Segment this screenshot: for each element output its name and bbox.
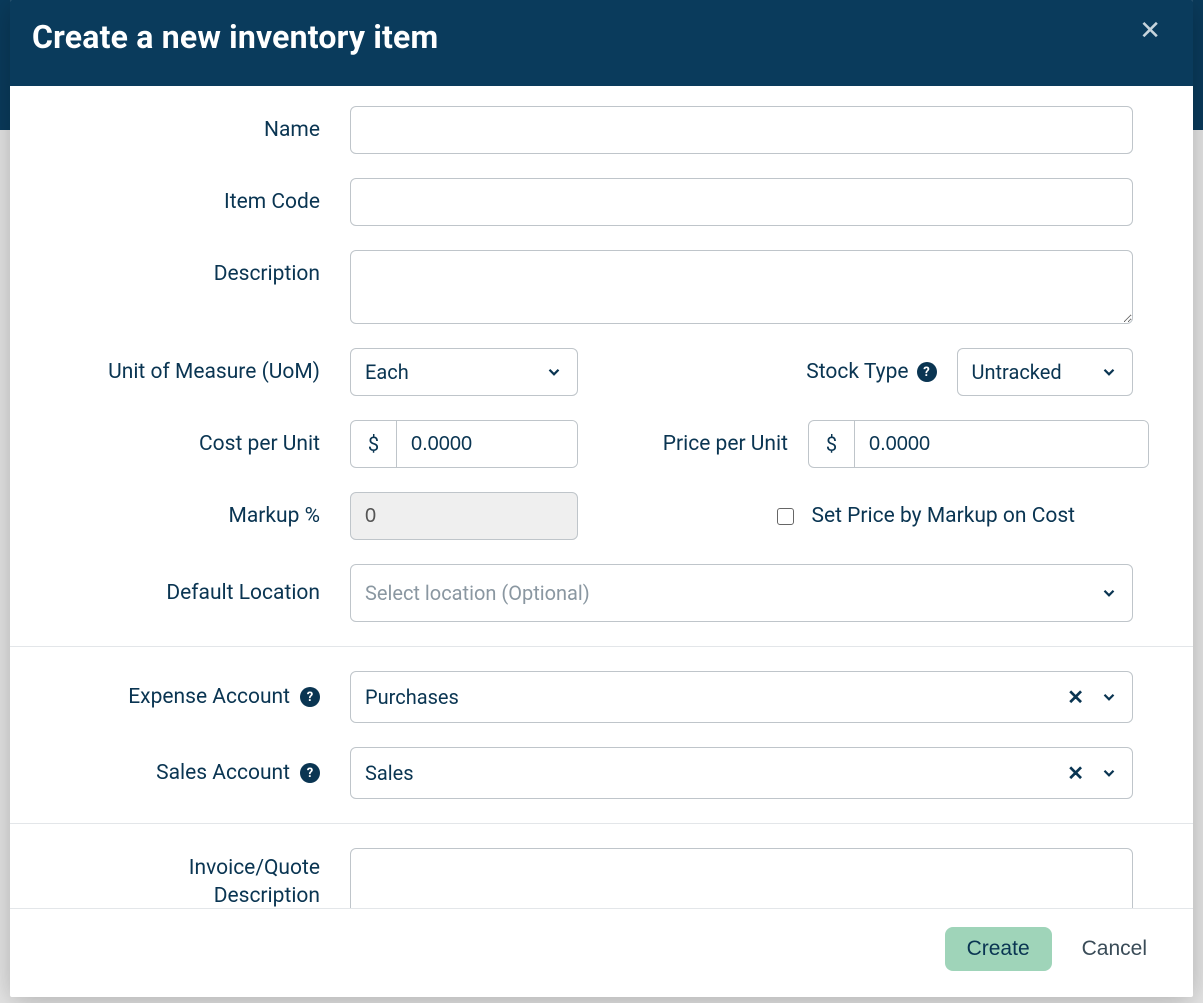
chevron-down-icon: [1100, 688, 1118, 706]
modal-footer: Create Cancel: [10, 908, 1193, 997]
section-divider: [10, 646, 1193, 647]
expense-account-label: Expense Account: [128, 683, 290, 711]
stock-type-label: Stock Type: [806, 360, 908, 384]
price-per-unit-label: Price per Unit: [663, 432, 788, 456]
chevron-down-icon: [545, 363, 563, 381]
expense-account-select[interactable]: Purchases ✕: [350, 671, 1133, 723]
cost-currency-symbol: $: [351, 421, 397, 467]
price-per-unit-field[interactable]: $: [808, 420, 1149, 468]
set-price-by-markup-checkbox[interactable]: [777, 508, 794, 525]
markup-label: Markup %: [70, 502, 350, 530]
uom-label: Unit of Measure (UoM): [70, 358, 350, 386]
uom-selected-value: Each: [365, 360, 533, 384]
item-code-input[interactable]: [350, 178, 1133, 226]
sales-account-label: Sales Account: [156, 759, 290, 787]
sales-account-help-icon[interactable]: ?: [300, 763, 320, 783]
create-inventory-item-modal: Create a new inventory item ✕ Name Item …: [10, 0, 1193, 997]
chevron-down-icon: [1100, 363, 1118, 381]
modal-body: Name Item Code Description Unit of Measu…: [10, 86, 1193, 908]
expense-account-clear-icon[interactable]: ✕: [1067, 685, 1084, 709]
cancel-button[interactable]: Cancel: [1076, 936, 1153, 962]
description-label: Description: [70, 250, 350, 288]
modal-title: Create a new inventory item: [32, 18, 438, 56]
price-currency-symbol: $: [809, 421, 855, 467]
sales-account-select[interactable]: Sales ✕: [350, 747, 1133, 799]
stock-type-select[interactable]: Untracked: [957, 348, 1134, 396]
description-textarea[interactable]: [350, 250, 1133, 324]
modal-header: Create a new inventory item ✕: [10, 0, 1193, 86]
cost-per-unit-label: Cost per Unit: [70, 430, 350, 458]
sales-account-selected-value: Sales: [365, 761, 1048, 785]
cost-per-unit-input[interactable]: [397, 421, 578, 467]
sales-account-clear-icon[interactable]: ✕: [1067, 761, 1084, 785]
create-button[interactable]: Create: [945, 927, 1052, 971]
name-input[interactable]: [350, 106, 1133, 154]
close-icon[interactable]: ✕: [1135, 18, 1165, 44]
default-location-select[interactable]: Select location (Optional): [350, 564, 1133, 622]
section-divider: [10, 823, 1193, 824]
chevron-down-icon: [1100, 764, 1118, 782]
expense-account-help-icon[interactable]: ?: [300, 687, 320, 707]
stock-type-help-icon[interactable]: ?: [917, 362, 937, 382]
default-location-label: Default Location: [70, 579, 350, 607]
default-location-placeholder: Select location (Optional): [365, 581, 1088, 605]
chevron-down-icon: [1100, 584, 1118, 602]
set-price-by-markup-label: Set Price by Markup on Cost: [812, 504, 1076, 528]
uom-select[interactable]: Each: [350, 348, 578, 396]
expense-account-selected-value: Purchases: [365, 685, 1048, 709]
invoice-quote-description-label: Invoice/Quote Description: [70, 848, 350, 908]
item-code-label: Item Code: [70, 188, 350, 216]
markup-input: [350, 492, 578, 540]
stock-type-selected-value: Untracked: [972, 360, 1089, 384]
invoice-quote-description-textarea[interactable]: [350, 848, 1133, 908]
cost-per-unit-field[interactable]: $: [350, 420, 578, 468]
name-label: Name: [70, 116, 350, 144]
price-per-unit-input[interactable]: [855, 421, 1148, 467]
